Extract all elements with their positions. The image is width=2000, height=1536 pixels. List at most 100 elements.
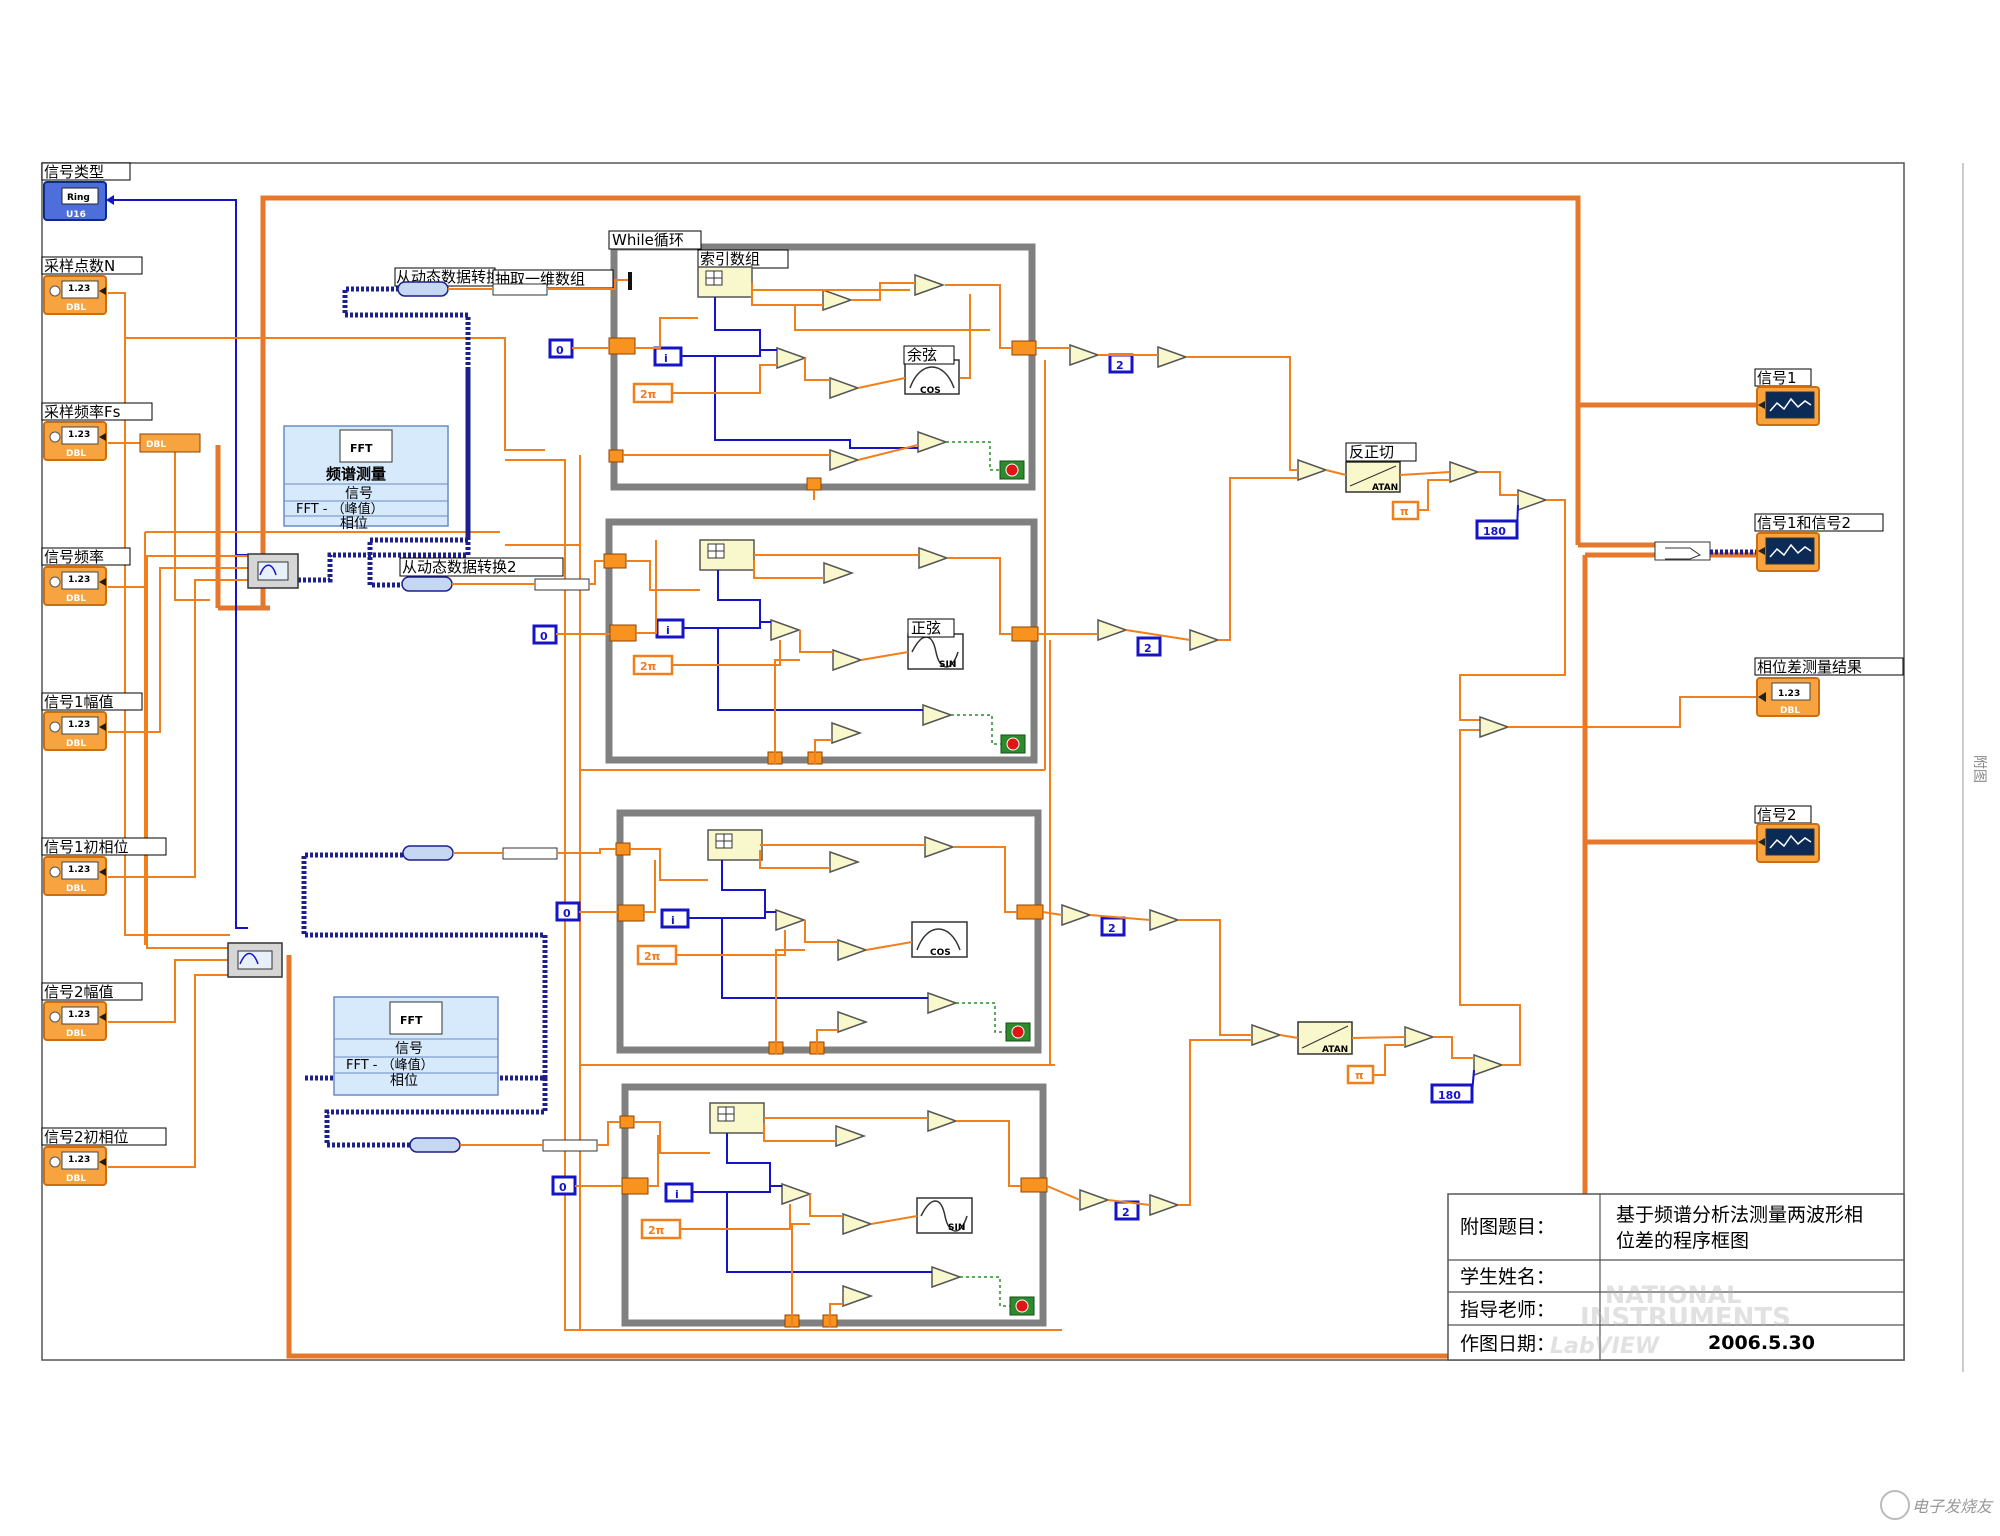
indicator-signal2[interactable]: 信号2	[1754, 805, 1820, 863]
num-icon: 1.23	[68, 575, 90, 585]
num-icon: 1.23	[68, 865, 90, 875]
control-sample-points[interactable]: 采样点数N 1.23 DBL	[41, 256, 143, 315]
corner-logo-text: 电子发烧友	[1912, 1497, 1994, 1516]
num-icon: 1.23	[68, 430, 90, 440]
sin-tag-4: SIN	[948, 1223, 965, 1233]
simulate-signal-1	[247, 553, 299, 589]
date-label: 作图日期：	[1460, 1333, 1555, 1355]
two-pi-const-4: 2π	[648, 1224, 665, 1237]
num-icon: 1.23	[68, 284, 90, 294]
spectrum-measure-2: FFT 信号 FFT - （峰值） 相位	[333, 996, 499, 1096]
simulate-signal-2	[227, 942, 283, 978]
indicator-phase-result[interactable]: 相位差测量结果 1.23 DBL	[1754, 657, 1904, 717]
fft-title-1: FFT	[350, 442, 373, 455]
side-note: 附图	[1971, 755, 1987, 783]
wm-line3: LabVIEW	[1550, 1334, 1661, 1359]
dbl-tag: DBL	[66, 1029, 86, 1039]
wm-line2: INSTRUMENTS	[1580, 1303, 1791, 1333]
num-icon: 1.23	[1778, 689, 1800, 699]
indicator-signal1[interactable]: 信号1	[1754, 368, 1820, 426]
cos-tag: COS	[920, 386, 941, 396]
control-signal-type[interactable]: 信号类型 Ring U16	[41, 162, 131, 221]
while-loop-1: While循环 索引数组 余弦 COS i 2π 0	[548, 230, 1037, 500]
signal-freq-label: 信号频率	[44, 548, 104, 566]
two-const-1: 2	[1116, 359, 1124, 372]
deg-const-2: 180	[1438, 1089, 1461, 1102]
control-sig2-phase[interactable]: 信号2初相位 1.23 DBL	[41, 1127, 167, 1186]
cosine-label: 余弦	[907, 346, 937, 364]
phase-result-label: 相位差测量结果	[1757, 658, 1862, 676]
signal1-label: 信号1	[1757, 369, 1797, 387]
two-const-2: 2	[1144, 642, 1152, 655]
control-sig1-amp[interactable]: 信号1幅值 1.23 DBL	[41, 692, 143, 751]
pi-const-1: π	[1400, 505, 1409, 518]
title-value-1: 基于频谱分析法测量两波形相	[1616, 1204, 1863, 1226]
fs-tag: DBL	[146, 440, 166, 450]
sig2-phase-label: 信号2初相位	[44, 1128, 129, 1146]
pi-const-2: π	[1355, 1069, 1364, 1082]
two-pi-const-3: 2π	[644, 950, 661, 963]
from-dynamic2-label: 从动态数据转换2	[402, 558, 517, 576]
signal1-2-label: 信号1和信号2	[1757, 514, 1851, 532]
arctan-label: 反正切	[1349, 443, 1394, 461]
zero-const-4: 0	[559, 1181, 567, 1194]
signal-port-2: 信号	[395, 1041, 423, 1057]
control-sample-rate[interactable]: 采样频率Fs 1.23 DBL	[41, 402, 153, 461]
spectrum-measure-1: FFT 频谱测量 信号 FFT - （峰值） 相位	[283, 425, 449, 532]
signal2-label: 信号2	[1757, 806, 1797, 824]
fft-title-2: FFT	[400, 1014, 423, 1027]
i-const-3: i	[671, 914, 675, 927]
two-const-3: 2	[1108, 922, 1116, 935]
signal-port-1: 信号	[345, 486, 373, 502]
zero-const-3: 0	[563, 907, 571, 920]
atan-tag-1: ATAN	[1372, 483, 1398, 493]
num-icon: 1.23	[68, 1155, 90, 1165]
sig1-amp-label: 信号1幅值	[44, 693, 114, 711]
phase-calc-lower: 2 2 ATAN π 180	[1042, 729, 1521, 1221]
title-block: 附图题目： 基于频谱分析法测量两波形相 位差的程序框图 学生姓名： 指导老师： …	[1447, 1193, 1905, 1361]
title-value-2: 位差的程序框图	[1616, 1230, 1749, 1252]
title-label: 附图题目：	[1460, 1216, 1555, 1238]
deg-const-1: 180	[1483, 525, 1506, 538]
two-pi-const: 2π	[640, 388, 657, 401]
sample-points-label: 采样点数N	[44, 257, 115, 275]
block-diagram: While循环 索引数组 余弦 COS i 2π 0 正弦 SIN i 2π 0…	[41, 162, 1994, 1520]
two-const-4: 2	[1122, 1206, 1130, 1219]
sine-label: 正弦	[911, 619, 941, 637]
dbl-tag: DBL	[1780, 706, 1800, 716]
phase-calc-upper: 2 2 ATAN 反正切 π 180	[1036, 344, 1566, 1065]
while-loop-2: 正弦 SIN i 2π 0	[532, 518, 1039, 765]
dbl-tag: DBL	[66, 1174, 86, 1184]
control-signal-freq[interactable]: 信号频率 1.23 DBL	[41, 547, 131, 606]
spectrum-measure-label: 频谱测量	[326, 465, 386, 483]
dynamic-converter-2: 从动态数据转换2	[399, 557, 604, 592]
dynamic-converter-3	[402, 845, 616, 861]
i-const-4: i	[675, 1188, 679, 1201]
date-value: 2006.5.30	[1708, 1332, 1815, 1354]
dynamic-converter-1: 从动态数据转换 抽取一维数组	[394, 267, 632, 297]
atan-tag-2: ATAN	[1322, 1045, 1348, 1055]
index-array-label: 索引数组	[700, 250, 760, 268]
fft-peak-2: FFT - （峰值）	[346, 1057, 434, 1073]
while-loop-3: COS i 2π 0	[555, 809, 1044, 1055]
while-loop-4: SIN i 2π 0	[551, 1083, 1048, 1328]
phase-port-1: 相位	[340, 516, 368, 532]
dbl-tag: DBL	[66, 594, 86, 604]
ring-icon: Ring	[67, 193, 90, 203]
indicator-signal1-2[interactable]: 信号1和信号2	[1754, 513, 1884, 572]
signal-type-label: 信号类型	[44, 163, 104, 181]
dbl-tag: DBL	[66, 884, 86, 894]
num-icon: 1.23	[68, 1010, 90, 1020]
zero-const-1: 0	[556, 344, 564, 357]
phase-port-2: 相位	[390, 1073, 418, 1089]
i-const: i	[664, 352, 668, 365]
dbl-tag: DBL	[66, 449, 86, 459]
sig1-phase-label: 信号1初相位	[44, 838, 129, 856]
fft-peak-1: FFT - （峰值）	[296, 501, 384, 517]
dbl-tag: DBL	[66, 739, 86, 749]
student-label: 学生姓名：	[1460, 1266, 1555, 1288]
control-sig2-amp[interactable]: 信号2幅值 1.23 DBL	[41, 982, 143, 1041]
dynamic-converter-4	[409, 1121, 620, 1153]
two-pi-const-2: 2π	[640, 660, 657, 673]
i-const-2: i	[666, 624, 670, 637]
